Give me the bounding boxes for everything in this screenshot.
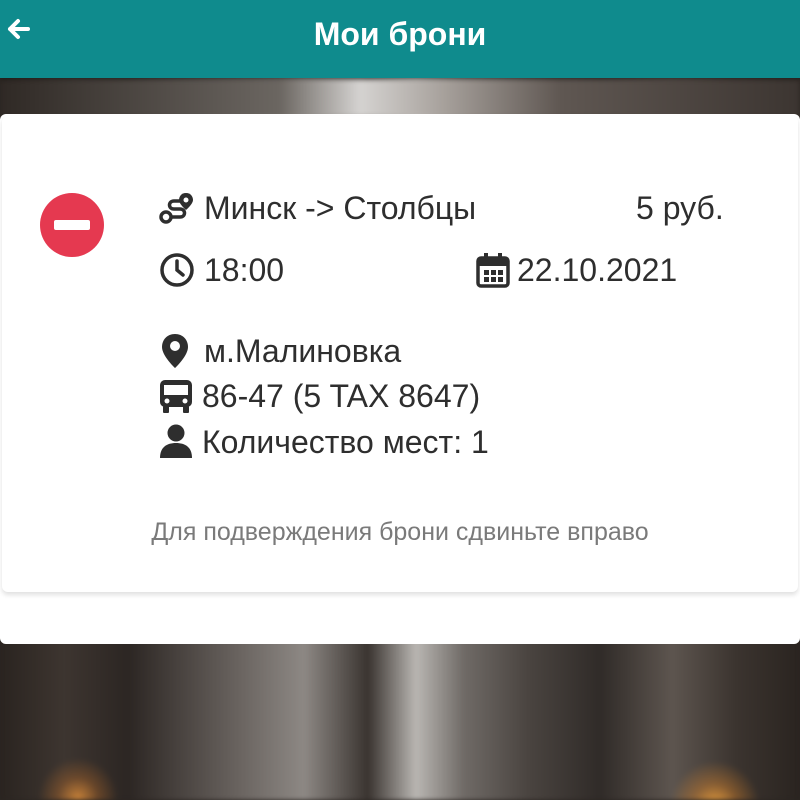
time-text: 18:00 bbox=[204, 252, 285, 288]
app-bar: Мои брони bbox=[0, 0, 800, 78]
vehicle-text: 86-47 (5 TAX 8647) bbox=[202, 378, 481, 414]
date-text: 22.10.2021 bbox=[517, 252, 678, 288]
user-icon bbox=[158, 423, 194, 464]
page-title: Мои брони bbox=[313, 16, 487, 52]
map-pin-icon bbox=[161, 333, 189, 374]
calendar-icon bbox=[476, 252, 510, 293]
bus-icon bbox=[158, 378, 194, 419]
price-text: 5 руб. bbox=[636, 190, 724, 226]
route-text: Минск -> Столбцы bbox=[204, 190, 477, 226]
background-photo-top bbox=[0, 78, 800, 118]
clock-icon bbox=[159, 252, 195, 293]
cancel-booking-button[interactable] bbox=[40, 193, 104, 257]
seats-text: Количество мест: 1 bbox=[202, 424, 489, 460]
swipe-hint: Для подверждения брони сдвиньте вправо bbox=[151, 518, 649, 546]
route-icon bbox=[158, 191, 196, 234]
minus-circle-icon bbox=[40, 193, 104, 257]
pickup-point-text: м.Малиновка bbox=[204, 333, 402, 369]
